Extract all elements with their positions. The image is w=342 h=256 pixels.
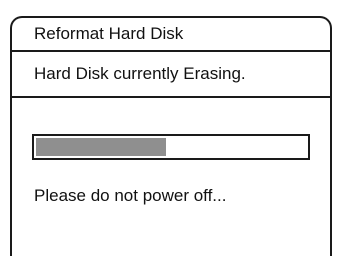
status-message: Hard Disk currently Erasing.: [34, 64, 246, 83]
reformat-dialog: Reformat Hard Disk Hard Disk currently E…: [10, 16, 332, 256]
status-divider: [12, 96, 330, 98]
power-warning: Please do not power off...: [34, 186, 227, 205]
erase-progress-bar: [32, 134, 310, 160]
dialog-title: Reformat Hard Disk: [34, 24, 184, 43]
dialog-title-bar: Reformat Hard Disk: [12, 18, 330, 52]
status-message-row: Hard Disk currently Erasing.: [12, 52, 330, 96]
erase-progress-fill: [36, 138, 166, 156]
